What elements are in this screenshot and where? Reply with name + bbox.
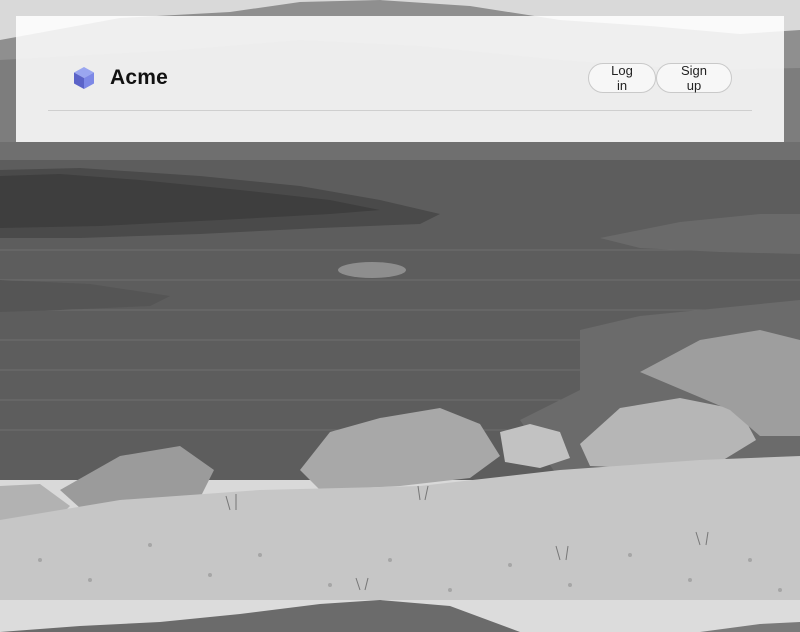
login-button[interactable]: Log in — [588, 63, 656, 93]
cube-icon — [72, 66, 96, 90]
auth-actions: Log in Sign up — [588, 63, 732, 93]
next-image-strip — [0, 600, 800, 632]
brand-name: Acme — [110, 66, 168, 89]
nav-inner: Acme Log in Sign up — [48, 16, 752, 111]
signup-button[interactable]: Sign up — [656, 63, 732, 93]
brand[interactable]: Acme — [72, 66, 168, 90]
mountain-strip-illustration — [0, 600, 800, 632]
top-navigation-bar: Acme Log in Sign up — [16, 16, 784, 142]
